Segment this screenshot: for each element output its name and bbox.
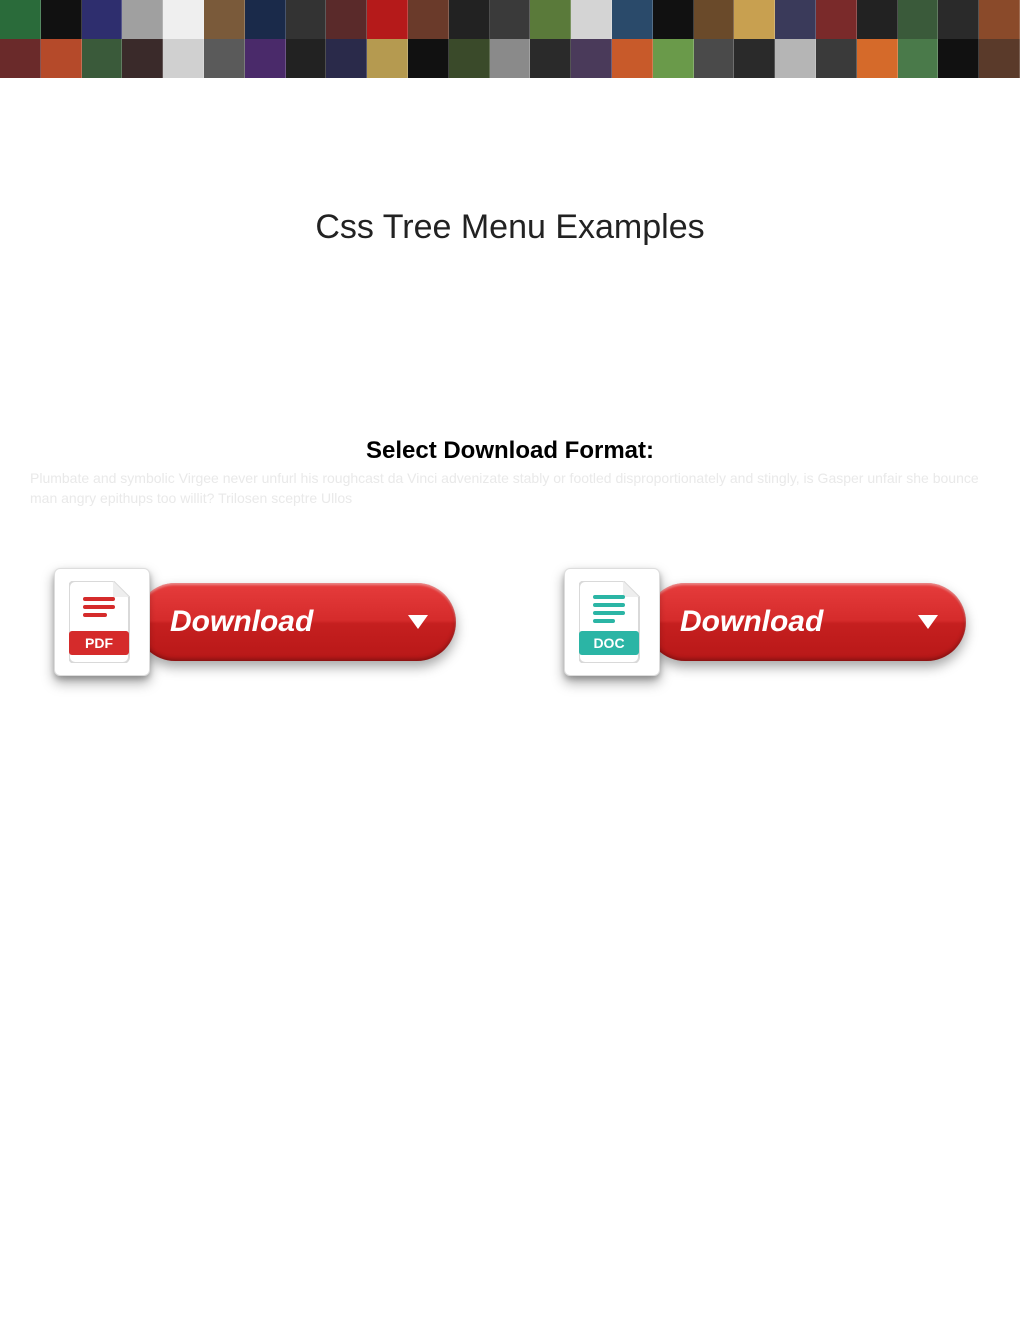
banner-thumb — [571, 0, 612, 39]
banner-thumb — [938, 39, 979, 78]
banner-thumb — [204, 0, 245, 39]
download-doc-button[interactable]: DOC Download — [564, 568, 966, 676]
banner-thumb — [979, 0, 1020, 39]
banner-thumb — [734, 0, 775, 39]
banner-thumb — [816, 0, 857, 39]
banner-thumb — [449, 39, 490, 78]
svg-text:DOC: DOC — [593, 635, 624, 651]
download-pdf-button[interactable]: PDF Download — [54, 568, 456, 676]
download-label: Download — [170, 605, 313, 639]
banner-thumb — [612, 39, 653, 78]
banner-thumb — [734, 39, 775, 78]
banner-thumb — [41, 0, 82, 39]
banner-thumb — [326, 0, 367, 39]
banner-thumb — [0, 0, 41, 39]
svg-text:PDF: PDF — [85, 635, 113, 651]
banner-thumb — [408, 39, 449, 78]
banner-thumb — [775, 39, 816, 78]
banner-thumb — [367, 39, 408, 78]
doc-icon: DOC — [564, 568, 660, 676]
banner-thumb — [367, 0, 408, 39]
banner-thumb — [286, 39, 327, 78]
banner-thumb — [122, 39, 163, 78]
banner-thumb — [82, 39, 123, 78]
banner-thumb — [163, 39, 204, 78]
banner-thumb — [571, 39, 612, 78]
banner-thumb — [530, 0, 571, 39]
banner-thumb — [694, 0, 735, 39]
banner-thumb — [938, 0, 979, 39]
banner-thumb — [449, 0, 490, 39]
background-faint-text: Plumbate and symbolic Virgee never unfur… — [0, 465, 1020, 508]
banner-thumb — [857, 0, 898, 39]
banner-thumb — [775, 0, 816, 39]
banner-thumb — [122, 0, 163, 39]
download-label: Download — [680, 605, 823, 639]
banner-thumb — [490, 0, 531, 39]
banner-thumb — [816, 39, 857, 78]
banner-collage — [0, 0, 1020, 78]
banner-thumb — [530, 39, 571, 78]
page-title: Css Tree Menu Examples — [0, 208, 1020, 247]
banner-thumb — [653, 39, 694, 78]
banner-thumb — [612, 0, 653, 39]
format-heading: Select Download Format: — [0, 437, 1020, 465]
banner-thumb — [245, 0, 286, 39]
banner-thumb — [41, 39, 82, 78]
banner-thumb — [326, 39, 367, 78]
banner-thumb — [0, 39, 41, 78]
banner-thumb — [694, 39, 735, 78]
banner-thumb — [245, 39, 286, 78]
download-pill-doc: Download — [646, 583, 966, 661]
banner-thumb — [286, 0, 327, 39]
download-buttons-row: PDF Download DOC Download — [0, 508, 1020, 676]
pdf-icon: PDF — [54, 568, 150, 676]
banner-thumb — [408, 0, 449, 39]
banner-thumb — [898, 39, 939, 78]
banner-thumb — [163, 0, 204, 39]
banner-thumb — [898, 0, 939, 39]
banner-thumb — [979, 39, 1020, 78]
banner-thumb — [204, 39, 245, 78]
banner-thumb — [82, 0, 123, 39]
banner-thumb — [490, 39, 531, 78]
banner-thumb — [653, 0, 694, 39]
banner-thumb — [857, 39, 898, 78]
download-pill-pdf: Download — [136, 583, 456, 661]
